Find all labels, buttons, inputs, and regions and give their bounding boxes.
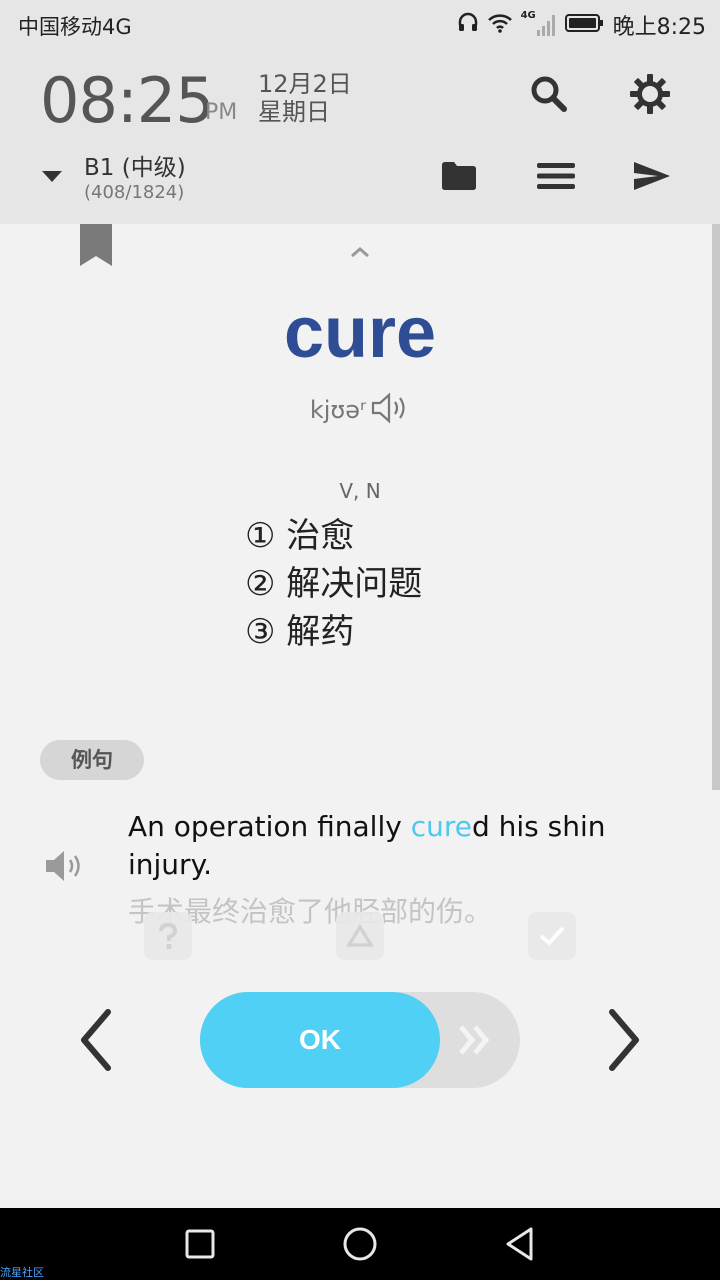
- level-progress: (408/1824): [84, 182, 185, 203]
- status-time: 晚上8:25: [612, 15, 706, 40]
- known-button[interactable]: [528, 912, 576, 960]
- pronunciation-row: kjʊəʳ: [0, 392, 720, 428]
- date-line1: 12月2日: [258, 70, 352, 98]
- back-icon: [506, 1227, 533, 1261]
- example-badge: 例句: [40, 740, 144, 780]
- carrier-label: 中国移动4G: [18, 15, 132, 39]
- back-button[interactable]: [504, 1226, 536, 1266]
- next-button[interactable]: [604, 1008, 644, 1076]
- folder-icon: [442, 162, 476, 190]
- triangle-button[interactable]: [336, 912, 384, 960]
- part-of-speech: V, N: [339, 479, 381, 503]
- send-icon: [634, 162, 670, 190]
- home-button[interactable]: [342, 1226, 378, 1266]
- ampm: PM: [205, 100, 238, 125]
- gear-icon: [630, 74, 670, 114]
- recent-apps-icon: [185, 1229, 215, 1259]
- definition-item: ③ 解药: [245, 612, 355, 652]
- triangle-icon: [347, 924, 373, 947]
- date-line2: 星期日: [258, 98, 330, 126]
- menu-icon: [537, 163, 575, 189]
- example-sentence: An operation finally cured his shin inju…: [128, 808, 648, 884]
- speaker-icon[interactable]: [370, 392, 410, 428]
- app-header: 08:25 PM 12月2日 星期日 B1 (中级) (408/1824): [0, 50, 720, 224]
- level-dropdown-toggle[interactable]: [40, 168, 64, 187]
- system-nav-bar: 流星社区: [0, 1208, 720, 1280]
- status-icons: 4G 晚上8:25: [457, 8, 706, 42]
- menu-button[interactable]: [532, 152, 580, 200]
- example-speaker-button[interactable]: [44, 848, 86, 888]
- bookmark-icon: [80, 224, 112, 266]
- ok-slider[interactable]: OK: [200, 992, 520, 1088]
- date: 12月2日 星期日: [258, 70, 352, 126]
- clock: 08:25: [40, 64, 215, 137]
- wifi-icon: [487, 12, 513, 38]
- recent-apps-button[interactable]: [184, 1226, 216, 1266]
- definitions: ① 治愈 ② 解决问题 ③ 解药: [245, 512, 422, 656]
- chevron-right-icon: [609, 1009, 639, 1071]
- unsure-button[interactable]: [144, 912, 192, 960]
- headset-icon: [457, 12, 479, 38]
- search-icon: [531, 76, 567, 112]
- example-text-before: An operation finally: [128, 810, 411, 843]
- chevron-left-icon: [81, 1009, 111, 1071]
- watermark: 流星社区: [0, 1266, 44, 1279]
- search-button[interactable]: [525, 70, 573, 118]
- question-icon: [159, 922, 178, 949]
- headword: cure: [283, 293, 437, 373]
- chevron-up-icon: [351, 247, 369, 258]
- send-button[interactable]: [628, 152, 676, 200]
- example-highlight: cure: [410, 810, 472, 843]
- check-icon: [539, 926, 565, 946]
- definition-item: ① 治愈: [245, 516, 355, 556]
- phonetic: kjʊəʳ: [309, 396, 367, 424]
- collapse-button[interactable]: [349, 244, 371, 263]
- signal-icon: 4G: [521, 10, 557, 38]
- double-chevron-right-icon: [458, 1024, 492, 1060]
- speaker-icon: [46, 851, 80, 881]
- definition-item: ② 解决问题: [245, 564, 423, 604]
- level-title[interactable]: B1 (中级): [84, 148, 186, 182]
- battery-icon: [564, 12, 605, 38]
- settings-button[interactable]: [626, 70, 674, 118]
- caret-down-icon: [42, 171, 62, 182]
- ok-button[interactable]: OK: [200, 992, 440, 1088]
- home-icon: [343, 1227, 377, 1261]
- bookmark-button[interactable]: [80, 224, 112, 270]
- folder-button[interactable]: [435, 152, 483, 200]
- previous-button[interactable]: [76, 1008, 116, 1076]
- status-bar: 中国移动4G 4G 晚上8:25: [0, 0, 720, 50]
